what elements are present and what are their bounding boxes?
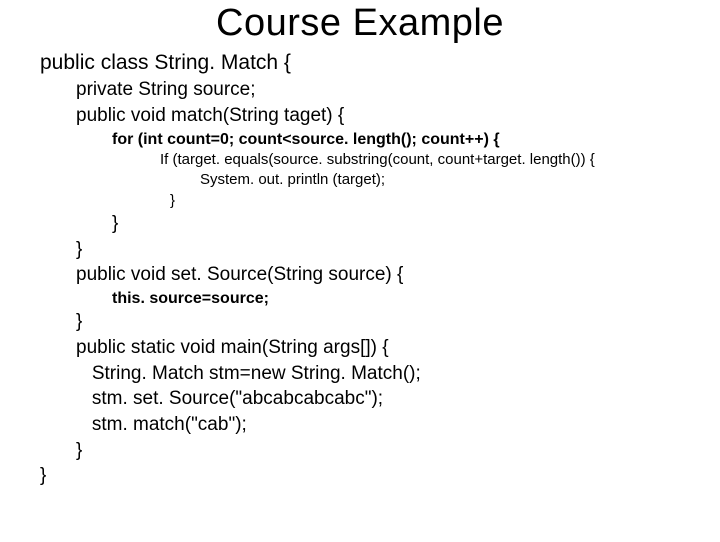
code-line: stm. match("cab"); bbox=[40, 412, 680, 438]
code-line: private String source; bbox=[40, 77, 680, 103]
code-line: public static void main(String args[]) { bbox=[40, 335, 680, 361]
code-line: String. Match stm=new String. Match(); bbox=[40, 361, 680, 387]
code-line: for (int count=0; count<source. length()… bbox=[40, 129, 680, 151]
code-line: } bbox=[40, 191, 680, 211]
slide-title: Course Example bbox=[40, 2, 680, 45]
code-line: } bbox=[40, 237, 680, 263]
code-line: } bbox=[40, 438, 680, 464]
code-line: } bbox=[40, 211, 680, 237]
code-line: this. source=source; bbox=[40, 288, 680, 310]
code-line: stm. set. Source("abcabcabcabc"); bbox=[40, 386, 680, 412]
code-line: public class String. Match { bbox=[40, 49, 680, 77]
code-line: public void set. Source(String source) { bbox=[40, 262, 680, 288]
code-line: } bbox=[40, 309, 680, 335]
code-line: } bbox=[40, 463, 680, 489]
code-line: public void match(String taget) { bbox=[40, 103, 680, 129]
code-line: If (target. equals(source. substring(cou… bbox=[40, 150, 680, 170]
code-line: System. out. println (target); bbox=[40, 170, 680, 190]
